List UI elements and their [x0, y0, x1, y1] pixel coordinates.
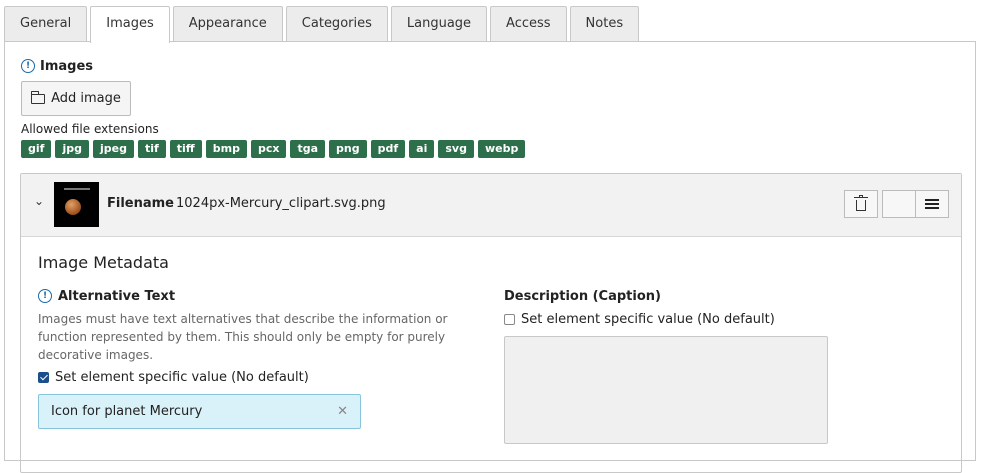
add-image-label: Add image	[51, 91, 121, 106]
extension-badge: jpeg	[92, 140, 134, 158]
alt-specific-value-checkbox-row[interactable]: Set element specific value (No default)	[38, 370, 309, 385]
add-image-button[interactable]: Add image	[21, 81, 131, 116]
info-icon: !	[21, 58, 35, 73]
extension-badge: webp	[477, 140, 526, 158]
folder-icon	[30, 90, 46, 104]
tab-access[interactable]: Access	[490, 6, 567, 42]
filename-value: 1024px-Mercury_clipart.svg.png	[176, 196, 386, 211]
allowed-extensions-label: Allowed file extensions	[21, 122, 159, 136]
file-actions	[840, 190, 949, 218]
extension-badge: gif	[21, 140, 52, 158]
info-icon: !	[38, 288, 52, 303]
extension-badge: pcx	[250, 140, 287, 158]
extension-badge: tif	[137, 140, 166, 158]
caption-specific-checkbox[interactable]	[504, 314, 515, 325]
extension-badge: tiff	[169, 140, 202, 158]
alt-specific-label: Set element specific value (No default)	[55, 370, 309, 385]
image-thumbnail	[54, 182, 99, 227]
tab-appearance[interactable]: Appearance	[172, 6, 283, 42]
planet-image	[65, 199, 81, 215]
menu-bars-icon	[925, 199, 939, 209]
extension-badge: pdf	[370, 140, 406, 158]
tab-images[interactable]: Images	[90, 6, 170, 43]
images-field-label: Images	[40, 59, 94, 74]
alt-text-help: Images must have text alternatives that …	[38, 312, 448, 362]
caption-textarea[interactable]	[504, 336, 828, 444]
tab-language[interactable]: Language	[390, 6, 488, 42]
alt-text-value: Icon for planet Mercury	[51, 404, 203, 419]
extension-badge: bmp	[205, 140, 247, 158]
alt-text-title: ! Alternative Text	[38, 288, 176, 304]
filename-label: Filename	[107, 196, 174, 211]
extension-badges: gif jpg jpeg tif tiff bmp pcx tga png pd…	[21, 140, 529, 158]
alt-text-input[interactable]: Icon for planet Mercury ✕	[38, 394, 361, 429]
tab-panel-images: ! Images Add image Allowed file extension…	[4, 41, 976, 473]
extension-badge: png	[329, 140, 367, 158]
tab-notes[interactable]: Notes	[569, 6, 640, 42]
extension-badge: jpg	[55, 140, 89, 158]
tab-general[interactable]: General	[4, 6, 88, 42]
drag-handle-button[interactable]	[916, 190, 949, 218]
file-reference-card: ⌄ Filename 1024px-Mercury_clipart.svg.pn…	[20, 173, 962, 473]
extension-badge: tga	[290, 140, 326, 158]
images-field-title: ! Images	[21, 58, 94, 74]
file-reference-header[interactable]: ⌄ Filename 1024px-Mercury_clipart.svg.pn…	[21, 174, 961, 237]
extension-badge: ai	[409, 140, 435, 158]
alt-specific-checkbox[interactable]	[38, 372, 49, 383]
extension-badge: svg	[438, 140, 474, 158]
blank-action-button[interactable]	[882, 190, 916, 218]
tab-categories[interactable]: Categories	[285, 6, 388, 42]
delete-button[interactable]	[844, 190, 878, 218]
caption-title: Description (Caption)	[504, 289, 661, 304]
chevron-down-icon[interactable]: ⌄	[34, 194, 44, 208]
trash-icon	[854, 195, 868, 211]
clear-icon[interactable]: ✕	[337, 404, 348, 419]
thumbnail-caption-mark	[64, 188, 90, 190]
image-metadata-title: Image Metadata	[38, 253, 169, 272]
alt-text-label: Alternative Text	[58, 289, 176, 304]
caption-specific-value-checkbox-row[interactable]: Set element specific value (No default)	[504, 312, 775, 327]
tab-bar: General Images Appearance Categories Lan…	[4, 6, 642, 43]
caption-specific-label: Set element specific value (No default)	[521, 312, 775, 327]
